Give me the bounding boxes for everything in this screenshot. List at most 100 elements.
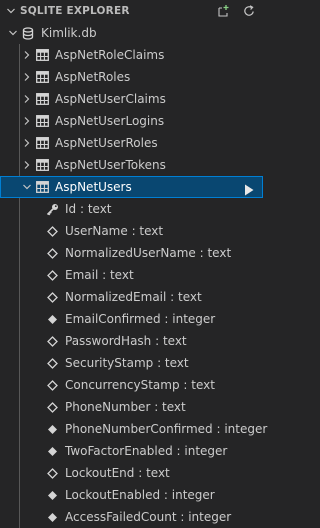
diamond-outline-icon [44, 357, 60, 369]
indent-guide [19, 374, 20, 396]
table-node[interactable]: AspNetUserLogins [0, 110, 263, 132]
explorer-title: SQLITE EXPLORER [20, 5, 130, 17]
chevron-down-icon[interactable] [20, 182, 34, 192]
diamond-filled-icon [44, 424, 60, 435]
diamond-outline-icon [44, 379, 60, 391]
chevron-right-icon[interactable] [20, 94, 34, 104]
column-label: SecurityStamp : text [65, 356, 189, 370]
column-node[interactable]: Email : text [0, 264, 263, 286]
diamond-filled-icon [44, 512, 60, 523]
column-label: PasswordHash : text [65, 334, 187, 348]
column-node[interactable]: AccessFailedCount : integer [0, 506, 263, 528]
database-node[interactable]: Kimlik.db [0, 22, 263, 44]
diamond-outline-icon [44, 335, 60, 347]
indent-guide [19, 66, 20, 88]
column-label: NormalizedUserName : text [65, 246, 232, 260]
table-icon [34, 49, 50, 61]
diamond-outline-icon [44, 247, 60, 259]
column-node[interactable]: PasswordHash : text [0, 330, 263, 352]
column-label: PhoneNumberConfirmed : integer [65, 422, 268, 436]
column-node[interactable]: Id : text [0, 198, 263, 220]
table-icon [34, 181, 50, 193]
explorer-header[interactable]: SQLITE EXPLORER [0, 0, 263, 22]
indent-guide [19, 462, 20, 484]
indent-guide [19, 198, 20, 220]
indent-guide [19, 220, 20, 242]
chevron-right-icon[interactable] [20, 138, 34, 148]
indent-guide [19, 88, 20, 110]
column-label: ConcurrencyStamp : text [65, 378, 215, 392]
diamond-outline-icon [44, 269, 60, 281]
indent-guide [19, 396, 20, 418]
diamond-outline-icon [44, 291, 60, 303]
diamond-filled-icon [44, 490, 60, 501]
database-label: Kimlik.db [41, 26, 97, 40]
column-label: LockoutEnd : text [65, 466, 170, 480]
chevron-right-icon[interactable] [20, 160, 34, 170]
indent-guide [19, 132, 20, 154]
diamond-filled-icon [44, 446, 60, 457]
column-label: NormalizedEmail : text [65, 290, 202, 304]
table-node[interactable]: AspNetUserTokens [0, 154, 263, 176]
indent-guide [19, 418, 20, 440]
indent-guide [19, 352, 20, 374]
column-node[interactable]: PhoneNumber : text [0, 396, 263, 418]
new-query-icon[interactable] [215, 3, 231, 19]
column-node[interactable]: ConcurrencyStamp : text [0, 374, 263, 396]
table-label: AspNetUserClaims [55, 92, 166, 106]
indent-guide [19, 506, 20, 528]
diamond-outline-icon [44, 467, 60, 479]
database-icon [20, 26, 36, 40]
column-label: LockoutEnabled : integer [65, 488, 215, 502]
column-label: Id : text [65, 202, 112, 216]
indent-guide [19, 44, 20, 66]
column-node[interactable]: EmailConfirmed : integer [0, 308, 263, 330]
table-node[interactable]: AspNetUserClaims [0, 88, 263, 110]
column-node[interactable]: PhoneNumberConfirmed : integer [0, 418, 267, 440]
diamond-filled-icon [44, 314, 60, 325]
column-label: AccessFailedCount : integer [65, 510, 232, 524]
table-label: AspNetUserLogins [55, 114, 165, 128]
table-icon [34, 93, 50, 105]
diamond-outline-icon [44, 225, 60, 237]
table-node-selected[interactable]: AspNetUsers [0, 176, 263, 198]
indent-guide [19, 308, 20, 330]
column-node[interactable]: NormalizedEmail : text [0, 286, 263, 308]
indent-guide [19, 286, 20, 308]
indent-guide [19, 154, 20, 176]
chevron-down-icon[interactable] [4, 6, 18, 16]
column-label: TwoFactorEnabled : integer [65, 444, 228, 458]
table-icon [34, 137, 50, 149]
indent-guide [19, 264, 20, 286]
chevron-right-icon[interactable] [20, 116, 34, 126]
refresh-icon[interactable] [241, 3, 257, 19]
column-node[interactable]: LockoutEnd : text [0, 462, 263, 484]
table-icon [34, 71, 50, 83]
table-node[interactable]: AspNetUserRoles [0, 132, 263, 154]
indent-guide [19, 110, 20, 132]
column-node[interactable]: UserName : text [0, 220, 263, 242]
table-label: AspNetRoles [55, 70, 131, 84]
column-node[interactable]: SecurityStamp : text [0, 352, 263, 374]
table-icon [34, 159, 50, 171]
indent-guide [19, 330, 20, 352]
column-label: PhoneNumber : text [65, 400, 186, 414]
column-node[interactable]: TwoFactorEnabled : integer [0, 440, 263, 462]
chevron-right-icon[interactable] [20, 72, 34, 82]
table-node[interactable]: AspNetRoleClaims [0, 44, 263, 66]
table-icon [34, 115, 50, 127]
chevron-down-icon[interactable] [6, 28, 20, 38]
table-label: AspNetRoleClaims [55, 48, 165, 62]
table-label: AspNetUsers [55, 180, 132, 194]
chevron-right-icon[interactable] [20, 50, 34, 60]
column-node[interactable]: LockoutEnabled : integer [0, 484, 263, 506]
indent-guide [19, 440, 20, 462]
indent-guide [19, 242, 20, 264]
indent-guide [19, 484, 20, 506]
table-node[interactable]: AspNetRoles [0, 66, 263, 88]
table-label: AspNetUserRoles [55, 136, 158, 150]
column-node[interactable]: NormalizedUserName : text [0, 242, 263, 264]
explorer-tree: Kimlik.db AspNetRoleClaims AspNetRoles Asp… [0, 22, 267, 528]
table-label: AspNetUserTokens [55, 158, 166, 172]
key-icon [44, 203, 60, 216]
